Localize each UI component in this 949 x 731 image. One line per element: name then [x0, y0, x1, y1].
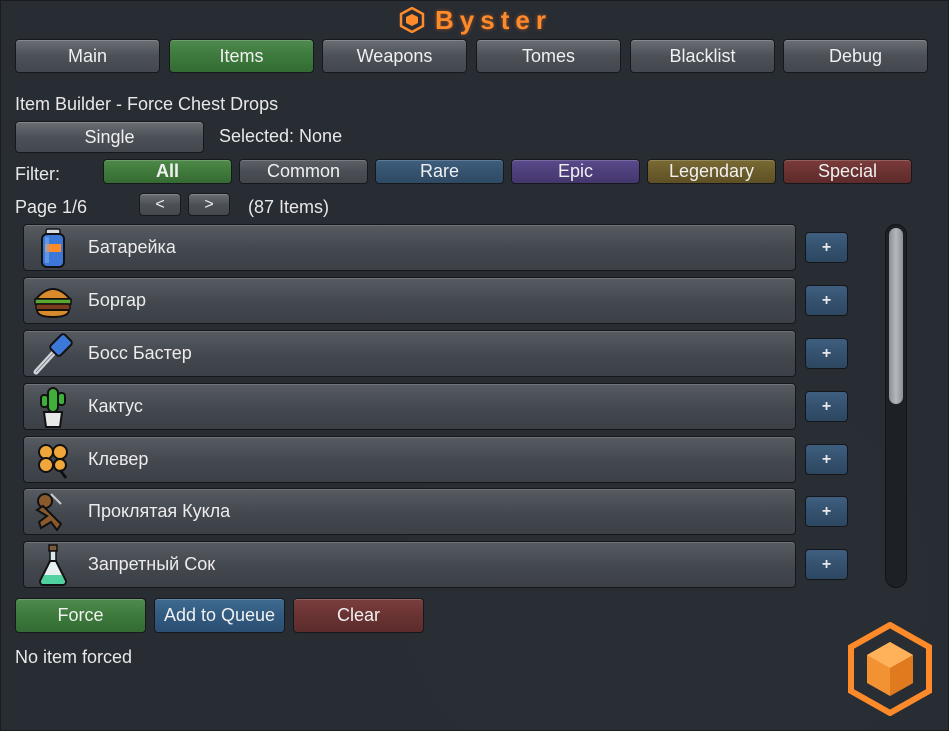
item-row[interactable]: Босс Бастер	[23, 330, 796, 377]
scrollbar-thumb[interactable]	[889, 228, 903, 404]
add-item-button[interactable]: +	[805, 391, 848, 422]
prev-page-button[interactable]: <	[139, 193, 181, 216]
add-item-button[interactable]: +	[805, 549, 848, 580]
next-page-button[interactable]: >	[188, 193, 230, 216]
item-name: Клевер	[88, 449, 149, 469]
burger-icon	[28, 278, 78, 324]
add-item-button[interactable]: +	[805, 496, 848, 527]
filter-special[interactable]: Special	[783, 159, 912, 184]
item-row[interactable]: Запретный Сок	[23, 541, 796, 588]
cactus-icon	[28, 384, 78, 430]
app-title: Byster	[435, 4, 552, 35]
item-row[interactable]: Клевер	[23, 436, 796, 483]
tab-blacklist[interactable]: Blacklist	[630, 39, 775, 73]
builder-heading: Item Builder - Force Chest Drops	[15, 94, 279, 114]
item-row[interactable]: Боргар	[23, 277, 796, 324]
byster-emblem-icon	[848, 622, 932, 716]
byster-logo-icon	[399, 7, 425, 33]
clover-icon	[28, 437, 78, 483]
byster-panel: Byster Main Items Weapons Tomes Blacklis…	[0, 0, 949, 731]
item-list-scrollbar[interactable]	[885, 224, 907, 588]
filter-all[interactable]: All	[103, 159, 232, 184]
voodoo-doll-icon	[28, 489, 78, 535]
item-row[interactable]: Кактус	[23, 383, 796, 430]
tab-items[interactable]: Items	[169, 39, 314, 73]
item-row[interactable]: Батарейка	[23, 224, 796, 271]
mode-single-button[interactable]: Single	[15, 121, 204, 153]
battery-icon	[28, 225, 78, 271]
add-to-queue-button[interactable]: Add to Queue	[154, 598, 285, 633]
filter-epic[interactable]: Epic	[511, 159, 640, 184]
filter-legendary[interactable]: Legendary	[647, 159, 776, 184]
clear-button[interactable]: Clear	[293, 598, 424, 633]
item-name: Кактус	[88, 396, 143, 416]
hammer-icon	[28, 331, 78, 377]
status-text: No item forced	[15, 647, 133, 667]
add-item-button[interactable]: +	[805, 232, 848, 263]
title-bar: Byster	[1, 1, 949, 39]
item-name: Проклятая Кукла	[88, 501, 231, 521]
item-name: Боргар	[88, 290, 147, 310]
force-button[interactable]: Force	[15, 598, 146, 633]
tab-main[interactable]: Main	[15, 39, 160, 73]
add-item-button[interactable]: +	[805, 444, 848, 475]
potion-icon	[28, 542, 78, 588]
tab-tomes[interactable]: Tomes	[476, 39, 621, 73]
filter-common[interactable]: Common	[239, 159, 368, 184]
item-count: (87 Items)	[248, 197, 330, 217]
add-item-button[interactable]: +	[805, 285, 848, 316]
item-name: Босс Бастер	[88, 343, 192, 363]
tab-weapons[interactable]: Weapons	[322, 39, 467, 73]
item-row[interactable]: Проклятая Кукла	[23, 488, 796, 535]
item-name: Батарейка	[88, 237, 176, 257]
add-item-button[interactable]: +	[805, 338, 848, 369]
page-indicator: Page 1/6	[15, 197, 88, 217]
item-name: Запретный Сок	[88, 554, 216, 574]
filter-label: Filter:	[15, 164, 60, 184]
filter-rare[interactable]: Rare	[375, 159, 504, 184]
selected-label: Selected: None	[219, 126, 343, 146]
tab-debug[interactable]: Debug	[783, 39, 928, 73]
